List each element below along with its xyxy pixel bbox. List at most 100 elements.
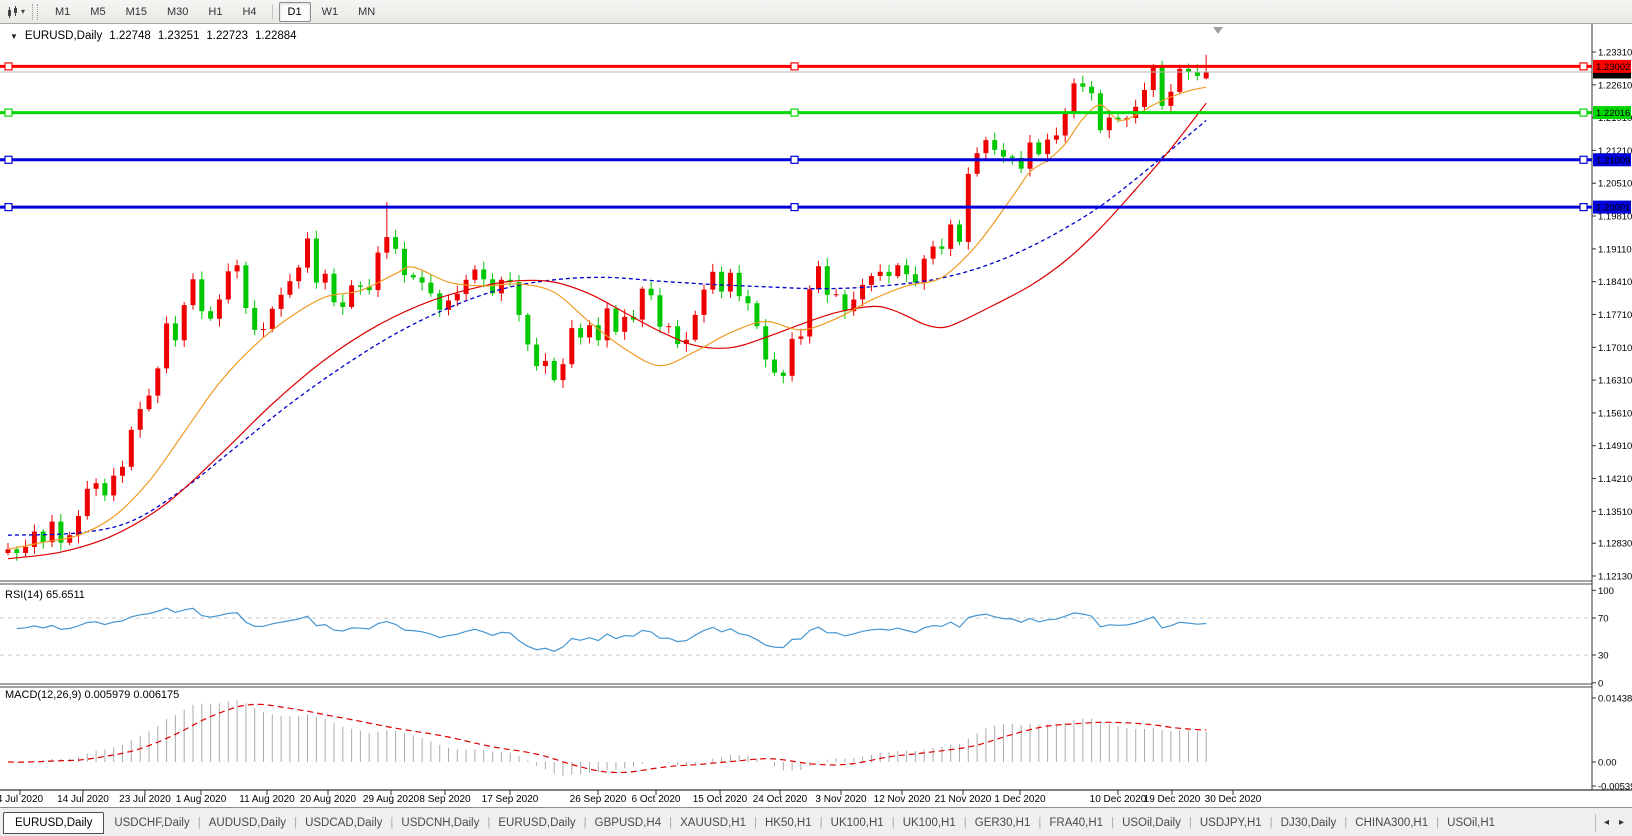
svg-text:20 Aug 2020: 20 Aug 2020 [300, 794, 357, 805]
chart-tabbar: EURUSD,DailyUSDCHF,Daily|AUDUSD,Daily|US… [0, 807, 1632, 836]
svg-text:1.12830: 1.12830 [1598, 539, 1632, 550]
pane-borders [0, 24, 1632, 790]
collapse-chart-icon[interactable]: ▼ [10, 32, 18, 41]
svg-text:1.20001: 1.20001 [1596, 203, 1630, 214]
svg-text:70: 70 [1598, 614, 1609, 625]
chart-tab-AUDUSD-Daily[interactable]: AUDUSD,Daily [202, 814, 293, 832]
svg-text:1.23310: 1.23310 [1598, 48, 1632, 59]
svg-text:100: 100 [1598, 586, 1614, 597]
timeframe-button-H1[interactable]: H1 [199, 2, 231, 22]
svg-text:1.22016: 1.22016 [1596, 108, 1630, 119]
price-chart-canvas[interactable]: 1.233101.226101.219101.212101.205101.198… [0, 24, 1632, 807]
chart-tab-USOil-Daily[interactable]: USOil,Daily [1115, 814, 1188, 832]
svg-text:14 Jul 2020: 14 Jul 2020 [57, 794, 109, 805]
svg-text:1.16310: 1.16310 [1598, 376, 1632, 387]
svg-text:1.22610: 1.22610 [1598, 80, 1632, 91]
svg-text:10 Dec 2020: 10 Dec 2020 [1090, 794, 1147, 805]
svg-text:1.13510: 1.13510 [1598, 507, 1632, 518]
chart-tab-USDCHF-Daily[interactable]: USDCHF,Daily [107, 814, 196, 832]
chart-tab-GBPUSD-H4[interactable]: GBPUSD,H4 [588, 814, 668, 832]
chart-tab-GER30-H1[interactable]: GER30,H1 [968, 814, 1038, 832]
chart-tab-USDJPY-H1[interactable]: USDJPY,H1 [1193, 814, 1269, 832]
svg-text:26 Sep 2020: 26 Sep 2020 [570, 794, 627, 805]
date-axis[interactable]: 4 Jul 202014 Jul 202023 Jul 20201 Aug 20… [0, 790, 1262, 805]
chart-title: ▼ EURUSD,Daily 1.22748 1.23251 1.22723 1… [10, 30, 297, 42]
svg-text:1.18410: 1.18410 [1598, 277, 1632, 288]
chart-tab-EURUSD-Daily[interactable]: EURUSD,Daily [491, 814, 582, 832]
svg-text:30: 30 [1598, 651, 1609, 662]
timeframe-button-M15[interactable]: M15 [117, 2, 156, 22]
tab-scroll-controls: ◂ ▸ [1595, 814, 1632, 832]
chart-cursor-icon[interactable] [5, 4, 20, 19]
chart-tab-USDCNH-Daily[interactable]: USDCNH,Daily [394, 814, 486, 832]
timeframe-button-W1[interactable]: W1 [313, 2, 348, 22]
chart-tab-USOil-H1[interactable]: USOil,H1 [1440, 814, 1502, 832]
svg-text:1.14210: 1.14210 [1598, 474, 1632, 485]
svg-text:8 Sep 2020: 8 Sep 2020 [419, 794, 471, 805]
chart-tab-XAUUSD-H1[interactable]: XAUUSD,H1 [673, 814, 753, 832]
svg-text:1.19110: 1.19110 [1598, 244, 1632, 255]
svg-text:12 Nov 2020: 12 Nov 2020 [874, 794, 931, 805]
timeframe-button-M30[interactable]: M30 [158, 2, 197, 22]
svg-text:0.014384: 0.014384 [1598, 694, 1632, 705]
tab-scroll-right-icon[interactable]: ▸ [1619, 817, 1624, 828]
chart-tab-USDCAD-Daily[interactable]: USDCAD,Daily [298, 814, 389, 832]
timeframe-button-MN[interactable]: MN [349, 2, 384, 22]
candles-layer [6, 55, 1209, 561]
svg-text:1.20510: 1.20510 [1598, 179, 1632, 190]
svg-text:1.17010: 1.17010 [1598, 343, 1632, 354]
ohlc-open: 1.22748 [109, 30, 151, 42]
tab-scroll-left-icon[interactable]: ◂ [1604, 817, 1609, 828]
chart-tabs: EURUSD,DailyUSDCHF,Daily|AUDUSD,Daily|US… [3, 812, 1595, 834]
chart-tab-UK100-H1[interactable]: UK100,H1 [896, 814, 963, 832]
candlestick-glyph [6, 5, 20, 19]
svg-text:1.15610: 1.15610 [1598, 408, 1632, 419]
svg-text:1.21009: 1.21009 [1596, 155, 1630, 166]
chart-tab-FRA40-H1[interactable]: FRA40,H1 [1042, 814, 1110, 832]
chart-tab-UK100-H1[interactable]: UK100,H1 [824, 814, 891, 832]
svg-text:6 Oct 2020: 6 Oct 2020 [632, 794, 681, 805]
timeframe-button-H4[interactable]: H4 [233, 2, 265, 22]
trading-platform-window: ▾ M1M5M15M30H1H4 D1W1MN 1.23310 1.22610 1.2… [0, 0, 1632, 836]
svg-text:29 Aug 2020: 29 Aug 2020 [363, 794, 420, 805]
ohlc-close: 1.22884 [255, 30, 297, 42]
svg-text:4 Jul 2020: 4 Jul 2020 [0, 794, 44, 805]
svg-text:24 Oct 2020: 24 Oct 2020 [753, 794, 808, 805]
svg-text:19 Dec 2020: 19 Dec 2020 [1144, 794, 1201, 805]
chart-tab-EURUSD-Daily[interactable]: EURUSD,Daily [3, 812, 104, 834]
svg-text:17 Sep 2020: 17 Sep 2020 [482, 794, 539, 805]
svg-text:21 Nov 2020: 21 Nov 2020 [935, 794, 992, 805]
svg-text:0.00: 0.00 [1598, 758, 1617, 769]
svg-text:1.17710: 1.17710 [1598, 310, 1632, 321]
ohlc-high: 1.23251 [158, 30, 200, 42]
chart-type-dropdown-icon[interactable]: ▾ [21, 7, 25, 16]
timeframe-button-M1[interactable]: M1 [46, 2, 79, 22]
svg-text:-0.00539: -0.00539 [1598, 782, 1632, 793]
svg-text:11 Aug 2020: 11 Aug 2020 [239, 794, 295, 805]
macd-indicator-label: MACD(12,26,9) 0.005979 0.006175 [5, 689, 179, 701]
chart-tab-DJ30-Daily[interactable]: DJ30,Daily [1274, 814, 1344, 832]
svg-text:1 Dec 2020: 1 Dec 2020 [994, 794, 1046, 805]
macd-pane [8, 700, 1206, 776]
timeframe-button-D1[interactable]: D1 [279, 2, 311, 22]
chart-tab-HK50-H1[interactable]: HK50,H1 [758, 814, 819, 832]
svg-text:23 Jul 2020: 23 Jul 2020 [119, 794, 171, 805]
svg-text:15 Oct 2020: 15 Oct 2020 [693, 794, 748, 805]
chart-tab-CHINA300-H1[interactable]: CHINA300,H1 [1348, 814, 1435, 832]
svg-text:0: 0 [1598, 678, 1603, 689]
svg-text:1.14910: 1.14910 [1598, 441, 1632, 452]
svg-text:1.12130: 1.12130 [1598, 572, 1632, 583]
rsi-pane [0, 608, 1592, 655]
timeframe-button-M5[interactable]: M5 [81, 2, 114, 22]
toolbar-separator [272, 4, 273, 20]
svg-text:3 Nov 2020: 3 Nov 2020 [815, 794, 867, 805]
timeframe-toolbar: ▾ M1M5M15M30H1H4 D1W1MN [0, 0, 1632, 24]
svg-text:30 Dec 2020: 30 Dec 2020 [1205, 794, 1262, 805]
timeframe-buttons: M1M5M15M30H1H4 D1W1MN [45, 2, 385, 22]
chart-area: 1.233101.226101.219101.212101.205101.198… [0, 24, 1632, 807]
rsi-indicator-label: RSI(14) 65.6511 [5, 589, 85, 601]
horizontal-level-lines[interactable] [0, 63, 1592, 211]
svg-text:1.23002: 1.23002 [1596, 62, 1630, 73]
chart-symbol-label: EURUSD,Daily [25, 30, 102, 42]
toolbar-grip [32, 4, 38, 20]
